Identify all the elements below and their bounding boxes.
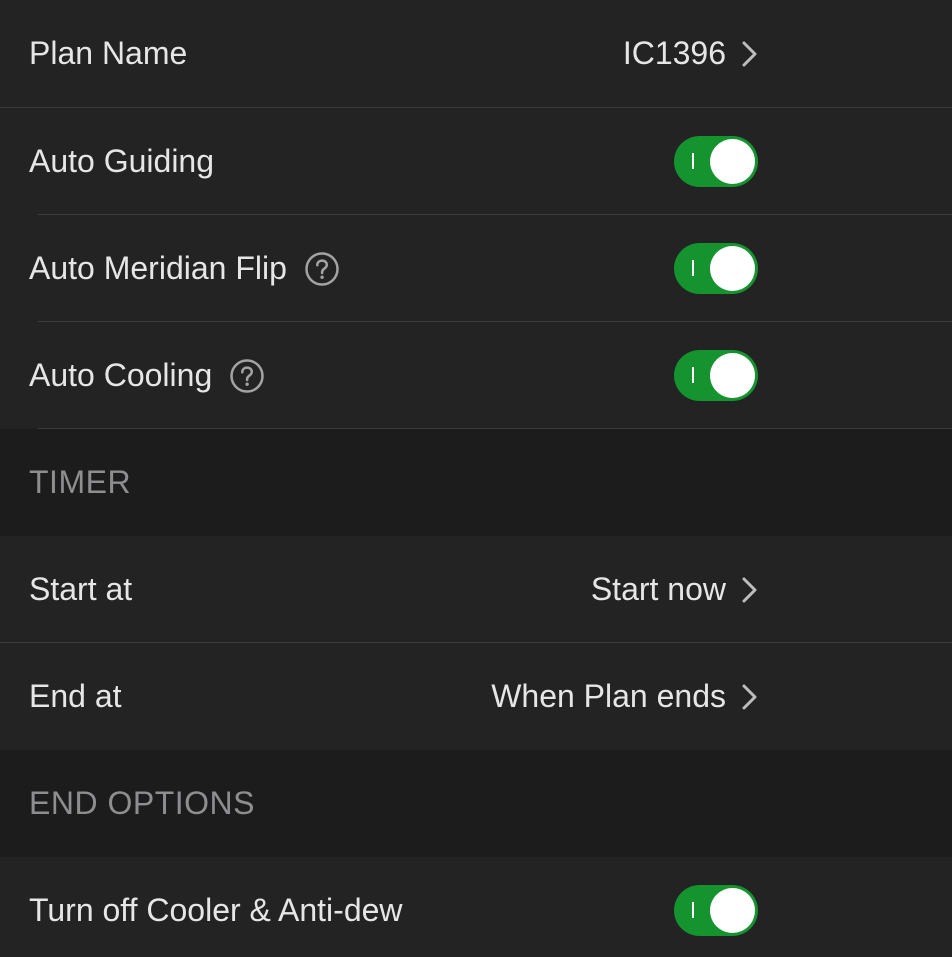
turn-off-cooler-toggle[interactable]	[674, 885, 758, 936]
auto-meridian-flip-row: Auto Meridian Flip	[0, 215, 952, 322]
toggle-on-mark	[692, 153, 694, 169]
turn-off-cooler-label: Turn off Cooler & Anti-dew	[29, 892, 403, 928]
start-at-label: Start at	[29, 571, 133, 607]
auto-guiding-label: Auto Guiding	[29, 143, 215, 179]
question-circle-icon[interactable]	[305, 251, 339, 286]
section-title: TIMER	[29, 464, 132, 500]
end-at-label: End at	[29, 678, 122, 714]
auto-cooling-label: Auto Cooling	[29, 357, 213, 393]
toggle-knob	[710, 246, 755, 291]
start-at-row[interactable]: Start at Start now	[0, 536, 952, 643]
chevron-right-icon	[742, 684, 757, 710]
auto-guiding-toggle[interactable]	[674, 136, 758, 187]
plan-settings-screen: Plan Name IC1396 Auto Guiding Auto Merid…	[0, 0, 952, 957]
timer-section-header: TIMER	[0, 429, 952, 536]
end-at-row[interactable]: End at When Plan ends	[0, 643, 952, 750]
plan-name-label: Plan Name	[29, 35, 188, 71]
end-options-section-header: END OPTIONS	[0, 750, 952, 857]
auto-meridian-flip-toggle[interactable]	[674, 243, 758, 294]
plan-name-value: IC1396	[622, 35, 726, 71]
auto-cooling-row: Auto Cooling	[0, 322, 952, 429]
toggle-on-mark	[692, 367, 694, 383]
auto-cooling-label-wrap: Auto Cooling	[29, 322, 264, 429]
auto-guiding-row: Auto Guiding	[0, 108, 952, 215]
auto-cooling-toggle[interactable]	[674, 350, 758, 401]
question-circle-icon[interactable]	[230, 358, 264, 393]
chevron-right-icon	[742, 41, 757, 67]
toggle-on-mark	[692, 260, 694, 276]
auto-meridian-flip-label: Auto Meridian Flip	[29, 250, 287, 286]
auto-meridian-flip-label-wrap: Auto Meridian Flip	[29, 215, 339, 322]
toggle-knob	[710, 353, 755, 398]
toggle-knob	[710, 888, 755, 933]
toggle-on-mark	[692, 902, 694, 918]
plan-name-row[interactable]: Plan Name IC1396	[0, 0, 952, 107]
toggle-knob	[710, 139, 755, 184]
chevron-right-icon	[742, 577, 757, 603]
section-title: END OPTIONS	[29, 785, 255, 821]
start-at-value: Start now	[590, 571, 726, 607]
end-at-value: When Plan ends	[491, 678, 726, 714]
turn-off-cooler-row: Turn off Cooler & Anti-dew	[0, 857, 952, 957]
